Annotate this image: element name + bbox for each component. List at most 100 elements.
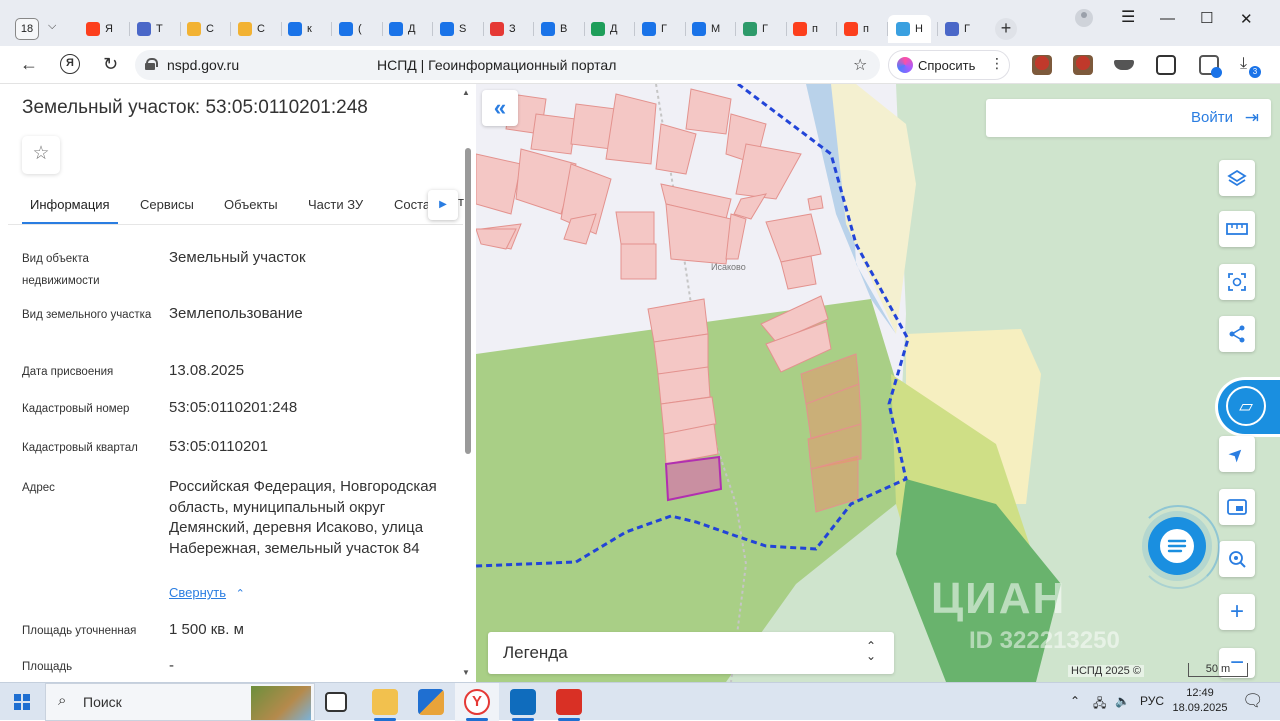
tab-services[interactable]: Сервисы: [140, 197, 194, 212]
browser-tab[interactable]: С: [187, 15, 214, 43]
browser-tab[interactable]: Г: [642, 15, 667, 43]
network-icon[interactable]: 🖧: [1093, 694, 1106, 715]
notifications-icon[interactable]: 🗨: [1242, 691, 1264, 711]
downloads-icon[interactable]: ⤓ 3: [1240, 55, 1261, 78]
acrobat-icon[interactable]: [556, 689, 582, 715]
chat-button[interactable]: [1136, 505, 1220, 589]
browser-tab[interactable]: Д: [591, 15, 617, 43]
browser-tab[interactable]: Н: [888, 15, 931, 43]
browser-tab[interactable]: Я: [86, 15, 113, 43]
task-view-icon[interactable]: [325, 692, 347, 712]
url-domain: nspd.gov.ru: [167, 57, 240, 73]
browser-tab[interactable]: (: [339, 15, 362, 43]
tab-composition[interactable]: Соста: [394, 197, 430, 212]
profile-icon[interactable]: [1075, 9, 1093, 27]
tab-count-button[interactable]: 18: [15, 18, 39, 40]
maximize-button[interactable]: ☐: [1200, 9, 1213, 27]
legend-panel[interactable]: Легенда ⌃ ⌄: [488, 632, 894, 674]
site-icon: [896, 22, 910, 36]
field-label: Вид объекта недвижимости: [22, 253, 100, 287]
login-box[interactable]: Войти ⇥: [986, 99, 1271, 137]
field-label: Кадастровый квартал: [22, 442, 138, 454]
browser-tab[interactable]: М: [692, 15, 720, 43]
share-button[interactable]: [1219, 316, 1255, 352]
back-button[interactable]: ←: [20, 54, 38, 75]
address-bar[interactable]: nspd.gov.ru НСПД | Геоинформационный пор…: [135, 50, 880, 80]
search-location-button[interactable]: [1219, 541, 1255, 577]
screenshot-icon[interactable]: [1199, 55, 1222, 78]
store-icon[interactable]: [418, 689, 444, 715]
browser-tab[interactable]: S: [440, 15, 466, 43]
browser-tab[interactable]: к: [288, 15, 312, 43]
document-service-button[interactable]: ▱: [1218, 380, 1280, 434]
select-area-button[interactable]: [1219, 264, 1255, 300]
favorite-star-button[interactable]: ☆: [22, 136, 60, 174]
field-value: -: [169, 657, 174, 674]
browser-tab[interactable]: В: [541, 15, 567, 43]
scroll-up-arrow[interactable]: ▲: [462, 88, 470, 97]
chevron-up-icon[interactable]: ⌃: [1070, 694, 1080, 708]
map-canvas[interactable]: [476, 84, 1280, 682]
browser-tab[interactable]: Т: [137, 15, 163, 43]
field-value[interactable]: 53:05:0110201:248: [169, 398, 459, 419]
tab-parts[interactable]: Части ЗУ: [308, 197, 363, 212]
browser-tab[interactable]: З: [490, 15, 516, 43]
tabs-scroll-right-button[interactable]: ▶: [428, 190, 458, 220]
tab-label: Г: [964, 23, 970, 35]
field-value[interactable]: 53:05:0110201: [169, 437, 459, 458]
yandex-home-icon[interactable]: Я: [60, 54, 80, 74]
minimize-button[interactable]: —: [1160, 10, 1175, 27]
minimap-icon: [1227, 499, 1247, 515]
ruler-button[interactable]: [1219, 211, 1255, 247]
outlook-icon[interactable]: [510, 689, 536, 715]
tab-label: Г: [661, 23, 667, 35]
system-clock[interactable]: 12:49 18.09.2025: [1172, 686, 1228, 716]
tab-separator: [281, 22, 282, 36]
menu-icon[interactable]: ☰: [1121, 7, 1135, 27]
collapse-link[interactable]: Свернуть ⌃: [169, 585, 245, 600]
collapse-panel-button[interactable]: «: [482, 90, 518, 126]
more-options-icon[interactable]: ⋮: [990, 55, 1004, 72]
browser-tab[interactable]: п: [793, 15, 818, 43]
browser-tab[interactable]: Г: [945, 15, 970, 43]
extension-icon[interactable]: [1114, 60, 1134, 70]
doc-icon: [591, 22, 605, 36]
doc-icon: [389, 22, 403, 36]
reload-button[interactable]: ↻: [103, 54, 118, 75]
yandex-icon: [86, 22, 100, 36]
locate-button[interactable]: ➤: [1219, 436, 1255, 472]
new-tab-button[interactable]: +: [995, 18, 1017, 40]
chevron-down-icon[interactable]: ⌵: [48, 20, 56, 33]
browser-tab[interactable]: п: [844, 15, 869, 43]
map-view[interactable]: Исаково ЦИАН ID 322213250 « Войти ⇥ ▱ ➤ …: [476, 84, 1280, 682]
tab-separator: [735, 22, 736, 36]
tab-objects[interactable]: Объекты: [224, 197, 278, 212]
extension-icon[interactable]: [1032, 55, 1052, 75]
close-window-button[interactable]: ✕: [1240, 10, 1253, 28]
browser-tab[interactable]: Д: [389, 15, 415, 43]
volume-icon[interactable]: 🔈: [1115, 694, 1130, 708]
panel-scrollbar[interactable]: [465, 148, 471, 454]
login-icon: ⇥: [1244, 108, 1259, 127]
taskbar-search[interactable]: ⌕ Поиск: [45, 683, 315, 721]
layers-button[interactable]: [1219, 160, 1255, 196]
windows-start-icon[interactable]: [14, 694, 30, 710]
tab-label: М: [711, 23, 721, 35]
extensions-puzzle-icon[interactable]: [1156, 55, 1176, 75]
tab-label: Д: [610, 23, 618, 35]
tab-information[interactable]: Информация: [22, 197, 118, 224]
tab-separator: [584, 22, 585, 36]
browser-tab[interactable]: Г: [743, 15, 768, 43]
browser-tab[interactable]: С: [238, 15, 265, 43]
scroll-down-arrow[interactable]: ▼: [462, 668, 470, 677]
tab-separator: [230, 22, 231, 36]
language-indicator[interactable]: РУС: [1140, 694, 1164, 708]
yandex-browser-icon[interactable]: Y: [464, 689, 490, 715]
extension-icon[interactable]: [1073, 55, 1093, 75]
zoom-in-button[interactable]: +: [1219, 594, 1255, 630]
minimap-button[interactable]: [1219, 489, 1255, 525]
bookmark-icon[interactable]: ☆: [853, 55, 867, 75]
pdf-icon: [490, 22, 504, 36]
windows-taskbar: ⌕ Поиск Y ⌃ 🖧 🔈 РУС 12:49 18.09.2025 🗨: [0, 682, 1280, 721]
file-explorer-icon[interactable]: [372, 689, 398, 715]
